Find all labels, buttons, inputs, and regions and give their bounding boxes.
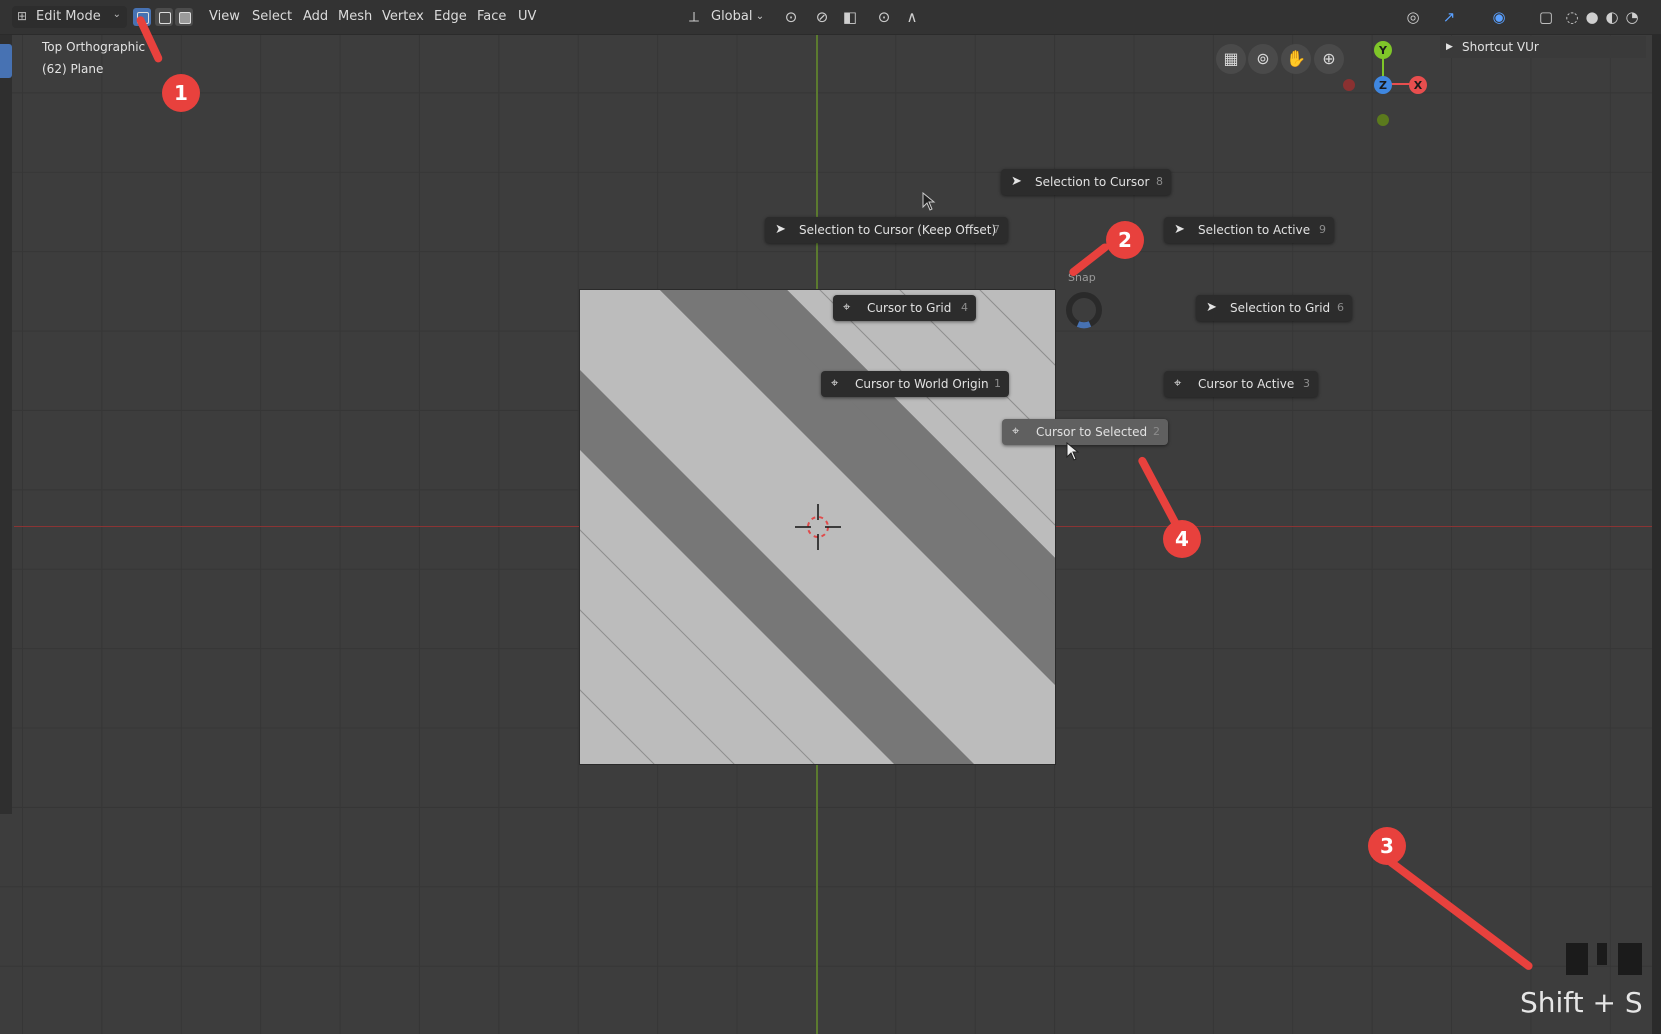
snap-target-icon[interactable]: ◧	[836, 6, 864, 28]
pie-item-selection-to-cursor[interactable]: ➤ Selection to Cursor 8	[1001, 169, 1171, 195]
edge-select-mode-button[interactable]	[155, 8, 173, 26]
pie-item-label: Selection to Cursor	[1035, 175, 1150, 189]
shortcut-keys-display: Shift + S	[1520, 986, 1643, 1019]
pie-item-label: Selection to Active	[1198, 223, 1311, 237]
pie-item-selection-to-active[interactable]: ➤ Selection to Active 9	[1164, 217, 1334, 243]
pie-item-hotkey: 1	[994, 377, 1001, 390]
menu-uv[interactable]: UV	[514, 6, 540, 28]
viewport-header: ⊞ Edit Mode ⌄ View Select Add Mesh Verte…	[0, 0, 1661, 35]
pie-item-cursor-to-world-origin[interactable]: ⌖ Cursor to World Origin 1	[821, 371, 1009, 397]
pie-center-ring	[1066, 292, 1102, 329]
3d-cursor-icon: ⌖	[1174, 376, 1182, 391]
cursor-arrow-icon: ➤	[1011, 174, 1022, 189]
pie-item-hotkey: 4	[961, 301, 968, 314]
overlays-toggle-icon[interactable]: ◉	[1484, 6, 1514, 28]
transform-orientation-select[interactable]: Global	[707, 6, 756, 28]
3d-cursor-icon: ⌖	[843, 300, 851, 315]
key-indicator	[1566, 943, 1588, 975]
gizmo-toggle-icon[interactable]: ↗	[1434, 6, 1464, 28]
pie-item-hotkey: 8	[1156, 175, 1163, 188]
pie-item-label: Selection to Cursor (Keep Offset)	[799, 223, 997, 237]
neg-y-axis-dot[interactable]	[1377, 114, 1389, 126]
menu-face[interactable]: Face	[473, 6, 510, 28]
callout-marker: 1	[162, 74, 200, 112]
pan-hand-icon[interactable]: ✋	[1281, 44, 1311, 74]
callout-marker: 4	[1163, 520, 1201, 558]
pie-item-label: Cursor to Active	[1198, 377, 1295, 391]
mode-select-label: Edit Mode	[36, 9, 101, 24]
3d-cursor-icon: ⌖	[1012, 424, 1020, 439]
pie-item-hotkey: 6	[1337, 301, 1344, 314]
visibility-icon[interactable]: ◎	[1398, 6, 1428, 28]
transform-orientation-icon: ⟂	[688, 8, 699, 26]
y-axis-label: Y	[1378, 44, 1388, 57]
pie-item-hotkey: 9	[1319, 223, 1326, 236]
chevron-down-icon: ⌄	[112, 9, 121, 20]
xray-toggle-icon[interactable]: ▢	[1536, 6, 1556, 28]
menu-mesh[interactable]: Mesh	[334, 6, 376, 28]
pie-item-hotkey: 2	[1153, 425, 1160, 438]
edit-mode-icon: ⊞	[17, 9, 28, 23]
solid-shading-icon[interactable]: ●	[1582, 6, 1602, 28]
pie-item-hotkey: 7	[993, 223, 1000, 236]
pie-item-selection-to-cursor-keep-offset[interactable]: ➤ Selection to Cursor (Keep Offset) 7	[765, 217, 1008, 243]
z-axis-label: Z	[1379, 79, 1387, 92]
select-tool-button[interactable]	[0, 44, 12, 78]
pie-item-selection-to-grid[interactable]: ➤ Selection to Grid 6	[1196, 295, 1352, 321]
menu-view[interactable]: View	[205, 6, 244, 28]
view-name: Top Orthographic	[42, 40, 146, 54]
proportional-edit-icon[interactable]: ⊙	[874, 6, 894, 28]
pie-item-label: Cursor to Grid	[867, 301, 952, 315]
menu-add[interactable]: Add	[299, 6, 332, 28]
menu-select[interactable]: Select	[248, 6, 296, 28]
pie-item-cursor-to-grid[interactable]: ⌖ Cursor to Grid 4	[833, 295, 976, 321]
snap-toggle-icon[interactable]: ⊘	[812, 6, 832, 28]
sidebar-tabs-strip[interactable]	[1652, 34, 1661, 1034]
wireframe-shading-icon[interactable]: ◌	[1562, 6, 1582, 28]
pie-item-label: Cursor to Selected	[1036, 425, 1148, 439]
pie-item-cursor-to-active[interactable]: ⌖ Cursor to Active 3	[1164, 371, 1318, 397]
mode-select[interactable]: ⊞ Edit Mode ⌄	[12, 6, 127, 28]
rendered-shading-icon[interactable]: ◔	[1622, 6, 1642, 28]
neg-x-axis-dot[interactable]	[1343, 79, 1355, 91]
pie-item-cursor-to-selected[interactable]: ⌖ Cursor to Selected 2	[1002, 419, 1168, 445]
orientation-gizmo[interactable]: Y X Z	[1330, 36, 1430, 136]
mouse-pointer-icon	[922, 192, 936, 211]
pie-item-hotkey: 3	[1303, 377, 1310, 390]
sidebar-panel-header[interactable]: ▶ Shortcut VUr	[1440, 36, 1646, 58]
key-indicator	[1597, 943, 1607, 965]
3d-cursor-icon	[795, 504, 841, 550]
key-indicator	[1618, 943, 1642, 975]
pie-item-label: Selection to Grid	[1230, 301, 1331, 315]
face-select-mode-button[interactable]	[175, 8, 193, 26]
left-toolbar[interactable]	[0, 34, 12, 814]
chevron-down-icon: ⌄	[755, 11, 765, 22]
falloff-curve-icon[interactable]: ∧	[898, 6, 926, 28]
mouse-pointer-icon	[1066, 442, 1080, 461]
object-info: (62) Plane	[42, 62, 104, 76]
callout-marker: 2	[1106, 221, 1144, 259]
menu-edge[interactable]: Edge	[430, 6, 471, 28]
expand-arrow-icon: ▶	[1446, 42, 1453, 52]
callout-marker: 3	[1368, 827, 1406, 865]
menu-vertex[interactable]: Vertex	[378, 6, 428, 28]
x-axis-label: X	[1414, 79, 1423, 92]
material-shading-icon[interactable]: ◐	[1602, 6, 1622, 28]
cursor-arrow-icon: ➤	[775, 222, 786, 237]
cursor-arrow-icon: ➤	[1174, 222, 1185, 237]
camera-view-icon[interactable]: ⊚	[1248, 44, 1278, 74]
pivot-point-icon[interactable]: ⊙	[776, 6, 806, 28]
cursor-arrow-icon: ➤	[1206, 300, 1217, 315]
sidebar-panel-title: Shortcut VUr	[1462, 40, 1539, 54]
toggle-grid-view-icon[interactable]: ▦	[1216, 44, 1246, 74]
3d-cursor-icon: ⌖	[831, 376, 839, 391]
pie-item-label: Cursor to World Origin	[855, 377, 989, 391]
